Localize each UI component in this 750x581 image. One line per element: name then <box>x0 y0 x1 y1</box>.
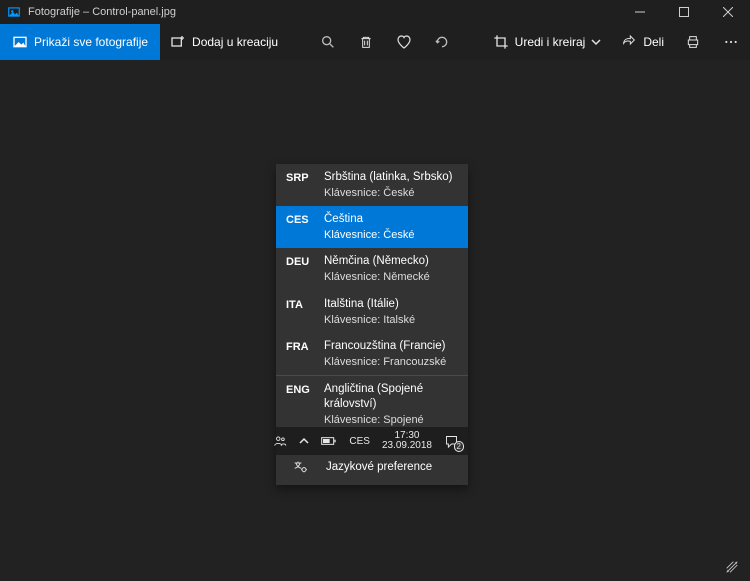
battery-icon[interactable] <box>318 427 340 455</box>
clock[interactable]: 17:30 23.09.2018 <box>379 431 435 452</box>
language-item-srp[interactable]: SRP Srbština (latinka, Srbsko) Klávesnic… <box>276 164 468 206</box>
language-item-ces[interactable]: CES Čeština Klávesnice: České <box>276 206 468 248</box>
people-icon[interactable] <box>270 427 290 455</box>
add-creation-icon <box>170 34 186 50</box>
language-name: Italština (Itálie) <box>324 297 458 312</box>
show-all-photos-button[interactable]: Prikaži sve fotografije <box>0 24 160 60</box>
clock-date: 23.09.2018 <box>382 441 432 452</box>
notification-badge: 2 <box>454 441 464 452</box>
language-item-fra[interactable]: FRA Francouzština (Francie) Klávesnice: … <box>276 333 468 375</box>
close-button[interactable] <box>706 0 750 24</box>
language-name: Čeština <box>324 212 458 227</box>
more-options-button[interactable] <box>712 24 750 60</box>
photo-icon <box>12 34 28 50</box>
minimize-button[interactable] <box>618 0 662 24</box>
print-icon <box>685 34 701 50</box>
language-preferences-label: Jazykové preference <box>326 461 432 473</box>
keyboard-label: Klávesnice: Německé <box>324 270 458 284</box>
delete-button[interactable] <box>347 24 385 60</box>
zoom-icon <box>320 34 336 50</box>
share-button[interactable]: Deli <box>611 24 674 60</box>
language-code: ENG <box>286 382 314 397</box>
favorite-button[interactable] <box>385 24 423 60</box>
add-to-creation-label: Dodaj u kreaciju <box>192 35 278 49</box>
print-button[interactable] <box>674 24 712 60</box>
language-name: Angličtina (Spojené království) <box>324 382 458 412</box>
share-label: Deli <box>643 35 664 49</box>
title-bar: Fotografije – Control-panel.jpg <box>0 0 750 24</box>
window-title: Fotografije – Control-panel.jpg <box>28 6 176 18</box>
chevron-down-icon <box>591 37 601 47</box>
language-code: SRP <box>286 170 314 185</box>
language-settings-icon <box>286 459 314 475</box>
ellipsis-icon <box>723 34 739 50</box>
resize-handle-icon[interactable] <box>724 559 740 575</box>
language-code: ITA <box>286 297 314 312</box>
edit-create-button[interactable]: Uredi i kreiraj <box>483 24 612 60</box>
show-all-photos-label: Prikaži sve fotografije <box>34 35 148 49</box>
heart-icon <box>395 33 413 51</box>
language-name: Francouzština (Francie) <box>324 339 458 354</box>
language-name: Němčina (Německo) <box>324 254 458 269</box>
action-center-icon[interactable]: 2 <box>441 427 462 455</box>
crop-icon <box>493 34 509 50</box>
app-icon <box>6 4 22 20</box>
keyboard-label: Klávesnice: Francouzské <box>324 355 458 369</box>
language-code: FRA <box>286 339 314 354</box>
language-item-ita[interactable]: ITA Italština (Itálie) Klávesnice: Itals… <box>276 291 468 333</box>
edit-create-label: Uredi i kreiraj <box>515 35 586 49</box>
photos-app-window: Fotografije – Control-panel.jpg Prikaži … <box>0 0 750 581</box>
share-icon <box>621 34 637 50</box>
keyboard-label: Klávesnice: České <box>324 228 458 242</box>
tray-chevron-icon[interactable] <box>296 427 312 455</box>
trash-icon <box>358 34 374 50</box>
language-name: Srbština (latinka, Srbsko) <box>324 170 458 185</box>
language-code: CES <box>286 212 314 227</box>
add-to-creation-button[interactable]: Dodaj u kreaciju <box>160 24 288 60</box>
keyboard-label: Klávesnice: Italské <box>324 313 458 327</box>
zoom-tool-button[interactable] <box>309 24 347 60</box>
language-item-deu[interactable]: DEU Němčina (Německo) Klávesnice: Německ… <box>276 248 468 290</box>
toolbar: Prikaži sve fotografije Dodaj u kreaciju <box>0 24 750 60</box>
taskbar: CES 17:30 23.09.2018 2 <box>276 427 468 455</box>
rotate-icon <box>434 34 450 50</box>
rotate-button[interactable] <box>423 24 461 60</box>
keyboard-label: Klávesnice: České <box>324 186 458 200</box>
maximize-button[interactable] <box>662 0 706 24</box>
ime-indicator[interactable]: CES <box>346 436 373 447</box>
language-code: DEU <box>286 254 314 269</box>
